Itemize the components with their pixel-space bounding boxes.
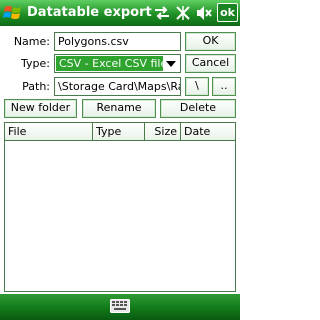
volume-muted-icon[interactable] (195, 4, 213, 22)
type-dropdown[interactable]: CSV - Excel CSV files (54, 54, 181, 73)
file-list-header: File Type Size Date (5, 123, 235, 141)
type-label: Type: (21, 57, 50, 70)
parent-folder-button[interactable]: .. (212, 77, 236, 96)
root-folder-button[interactable]: \ (185, 77, 209, 96)
column-header-date[interactable]: Date (181, 123, 235, 141)
path-input[interactable]: \Storage Card\Maps\Ras (54, 77, 181, 96)
connectivity-icon[interactable] (153, 4, 171, 22)
ok-button[interactable]: OK (185, 32, 236, 51)
title-bar: Datatable export ok (0, 0, 240, 26)
name-label: Name: (13, 35, 50, 48)
windows-logo-icon[interactable] (3, 3, 23, 23)
no-signal-icon[interactable] (174, 4, 192, 22)
path-label: Path: (22, 80, 50, 93)
chevron-down-icon[interactable] (164, 56, 178, 71)
bottom-bar (0, 294, 240, 320)
column-header-file[interactable]: File (5, 123, 93, 141)
column-header-type[interactable]: Type (93, 123, 145, 141)
window-title: Datatable export (27, 5, 152, 20)
type-selected-value: CSV - Excel CSV files (56, 56, 163, 71)
new-folder-button[interactable]: New folder (4, 99, 77, 118)
delete-button[interactable]: Delete (160, 99, 236, 118)
keyboard-icon[interactable] (110, 299, 130, 313)
rename-button[interactable]: Rename (82, 99, 156, 118)
cancel-button[interactable]: Cancel (185, 54, 236, 73)
column-header-size[interactable]: Size (145, 123, 181, 141)
name-input[interactable]: Polygons.csv (54, 32, 181, 51)
file-list[interactable]: File Type Size Date (4, 122, 236, 292)
ok-title-button[interactable]: ok (217, 3, 238, 22)
